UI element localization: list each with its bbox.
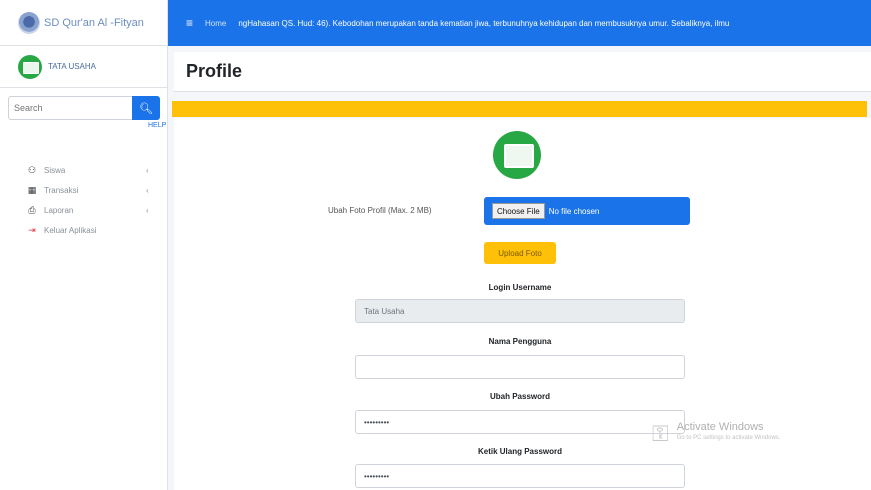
user-name: TATA USAHA	[48, 62, 97, 71]
sidebar: SD Qur'an Al -Fityan TATA USAHA 🔍︎ HELP …	[0, 0, 168, 490]
card-header-bar	[172, 101, 867, 117]
photo-field-label: Ubah Foto Profil (Max. 2 MB)	[328, 206, 432, 215]
upload-photo-button[interactable]: Upload Foto	[484, 242, 556, 264]
menu-toggle-icon[interactable]: ≡	[186, 16, 193, 30]
school-logo-icon	[18, 11, 40, 34]
help-link[interactable]: HELP	[148, 122, 166, 129]
sidebar-item-keluar-aplikasi[interactable]: ⇥ Keluar Aplikasi	[0, 220, 168, 240]
logout-icon: ⇥	[28, 224, 36, 235]
content-header: Profile	[174, 52, 871, 92]
print-icon: ⎙	[28, 204, 36, 215]
choose-file-button[interactable]: Choose File	[492, 203, 545, 219]
change-password-label: Ubah Password	[489, 392, 550, 401]
search-button[interactable]: 🔍︎	[132, 96, 160, 120]
sidebar-nav: ⚇ Siswa ‹ ▦ Transaksi ‹ ⎙ Laporan ‹ ⇥ Ke…	[0, 160, 168, 240]
key-icon: ⚿	[652, 421, 669, 446]
sidebar-item-label: Laporan	[44, 205, 74, 215]
table-icon: ▦	[27, 184, 37, 195]
confirm-password-field[interactable]: •••••••••	[355, 464, 685, 488]
activate-windows-watermark: ⚿ Activate Windows Go to PC settings to …	[652, 421, 780, 447]
chevron-left-icon: ‹	[146, 165, 149, 175]
page-title: Profile	[186, 61, 243, 81]
brand-link[interactable]: SD Qur'an Al -Fityan	[0, 0, 167, 46]
profile-avatar-icon	[493, 131, 541, 179]
password-field[interactable]: •••••••••	[355, 410, 685, 434]
home-link[interactable]: Home	[205, 19, 226, 28]
user-panel[interactable]: TATA USAHA	[0, 46, 167, 88]
users-icon: ⚇	[27, 164, 37, 175]
chevron-left-icon: ‹	[146, 205, 149, 215]
sidebar-item-label: Transaksi	[44, 185, 79, 195]
file-status: No file chosen	[548, 206, 600, 216]
login-username-field: Tata Usaha	[355, 299, 685, 323]
sidebar-item-label: Keluar Aplikasi	[44, 225, 97, 235]
watermark-title: Activate Windows	[676, 421, 764, 433]
app-root: SD Qur'an Al -Fityan TATA USAHA 🔍︎ HELP …	[0, 0, 871, 490]
chevron-left-icon: ‹	[146, 185, 149, 195]
display-name-label: Nama Pengguna	[488, 337, 552, 346]
sidebar-item-transaksi[interactable]: ▦ Transaksi ‹	[0, 180, 168, 200]
search-input[interactable]	[8, 96, 132, 120]
watermark-subtitle: Go to PC settings to activate Windows.	[676, 435, 781, 441]
display-name-field[interactable]	[355, 355, 685, 379]
user-avatar-icon	[18, 54, 42, 79]
confirm-password-label: Ketik Ulang Password	[477, 447, 563, 456]
sidebar-item-siswa[interactable]: ⚇ Siswa ‹	[0, 160, 168, 180]
login-username-label: Login Username	[488, 283, 552, 292]
sidebar-item-label: Siswa	[44, 165, 66, 175]
brand-name: SD Qur'an Al -Fityan	[44, 16, 144, 29]
top-navbar: ≡ Home ngHahasan QS. Hud: 46). Kebodohan…	[168, 0, 871, 46]
running-text: ngHahasan QS. Hud: 46). Kebodohan merupa…	[238, 18, 730, 28]
photo-file-input[interactable]: Choose File No file chosen	[484, 197, 690, 225]
sidebar-search: 🔍︎	[8, 96, 160, 120]
sidebar-item-laporan[interactable]: ⎙ Laporan ‹	[0, 200, 168, 220]
search-icon: 🔍︎	[139, 102, 153, 115]
